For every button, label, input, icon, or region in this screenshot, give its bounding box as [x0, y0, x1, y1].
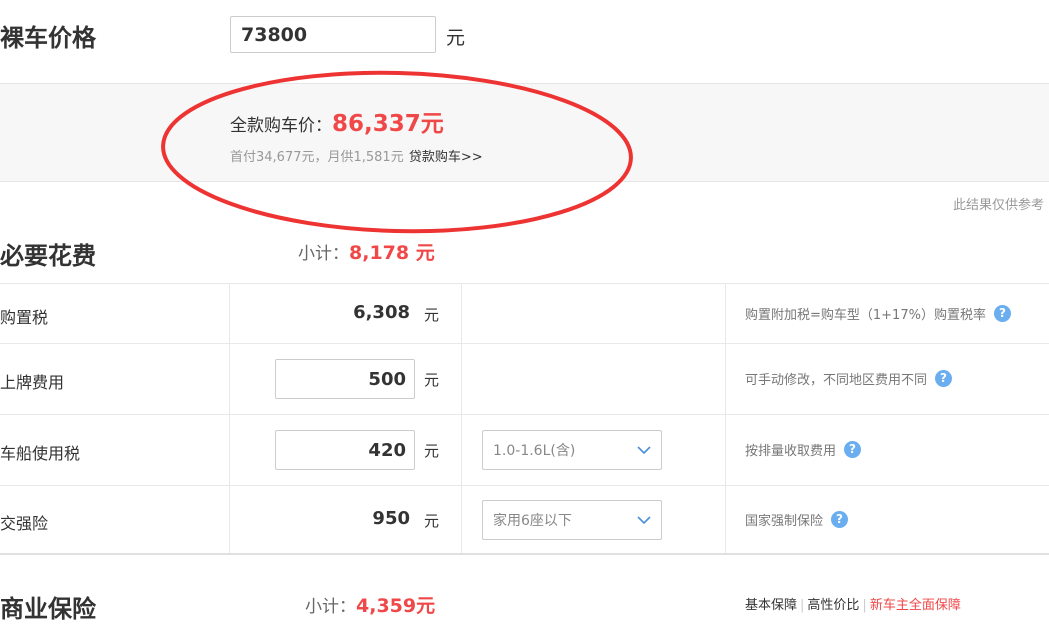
row-divider: [0, 343, 1049, 344]
plan-value[interactable]: 高性价比: [807, 598, 859, 613]
car-price-input[interactable]: [230, 16, 436, 53]
required-subtotal-value: 8,178 元: [349, 242, 435, 264]
vehicle-tax-label: 车船使用税: [0, 444, 81, 463]
purchase-tax-label: 购置税: [0, 308, 49, 327]
column-divider: [229, 283, 230, 553]
table-border-top: [0, 283, 1049, 284]
commercial-insurance-title: 商业保险: [0, 595, 96, 623]
seat-type-select-value: 家用6座以下: [493, 513, 572, 529]
purchase-tax-unit: 元: [424, 306, 440, 324]
total-price-label: 全款购车价：: [230, 116, 332, 136]
required-subtotal: 小计： 8,178 元: [298, 238, 435, 265]
commercial-subtotal-value: 4,359元: [356, 595, 436, 617]
commercial-subtotal-label: 小计：: [305, 597, 356, 617]
vehicle-tax-desc: 按排量收取费用 ?: [745, 440, 862, 459]
registration-fee-desc: 可手动修改，不同地区费用不同 ?: [745, 369, 953, 388]
total-price-value: 86,337元: [332, 111, 444, 137]
registration-fee-label: 上牌费用: [0, 373, 65, 392]
reference-note: 此结果仅供参考: [952, 198, 1044, 213]
compulsory-insurance-label: 交强险: [0, 514, 49, 533]
purchase-tax-value: 6,308: [353, 302, 410, 323]
vehicle-tax-unit: 元: [424, 442, 440, 460]
required-subtotal-label: 小计：: [298, 244, 349, 264]
chevron-down-icon: [637, 515, 651, 524]
purchase-tax-desc-text: 购置附加税=购车型（1+17%）购置税率: [745, 308, 986, 323]
question-circle-icon[interactable]: ?: [935, 370, 953, 387]
compulsory-insurance-desc-text: 国家强制保险: [745, 514, 824, 529]
total-price-panel: [0, 83, 1049, 182]
question-circle-icon[interactable]: ?: [831, 511, 849, 528]
column-divider: [461, 283, 462, 553]
row-divider: [0, 414, 1049, 415]
commercial-subtotal: 小计： 4,359元: [305, 591, 435, 618]
insurance-plan-tabs: 基本保障 | 高性价比 | 新车主全面保障: [745, 598, 961, 613]
plan-new-owner-full[interactable]: 新车主全面保障: [870, 598, 961, 613]
total-price-line: 全款购车价： 86,337元: [230, 104, 444, 138]
vehicle-tax-desc-text: 按排量收取费用: [745, 444, 837, 459]
compulsory-insurance-desc: 国家强制保险 ?: [745, 510, 849, 529]
vehicle-tax-input[interactable]: [275, 430, 415, 470]
loan-purchase-link[interactable]: 贷款购车>>: [409, 150, 483, 165]
car-price-unit: 元: [446, 27, 466, 49]
compulsory-insurance-unit: 元: [424, 512, 440, 530]
registration-fee-unit: 元: [424, 371, 440, 389]
column-divider: [725, 283, 726, 553]
registration-fee-desc-text: 可手动修改，不同地区费用不同: [745, 373, 928, 388]
car-price-title: 裸车价格: [0, 24, 96, 52]
displacement-select-value: 1.0-1.6L(含): [493, 443, 576, 459]
chevron-down-icon: [637, 445, 651, 454]
loan-summary: 首付34,677元，月供1,581元 贷款购车>>: [230, 146, 483, 165]
purchase-tax-desc: 购置附加税=购车型（1+17%）购置税率 ?: [745, 304, 1011, 323]
seat-type-select[interactable]: 家用6座以下: [482, 500, 662, 540]
loan-info: 首付34,677元，月供1,581元: [230, 150, 404, 165]
required-costs-title: 必要花费: [0, 242, 96, 270]
plan-basic[interactable]: 基本保障: [745, 598, 797, 613]
section-divider: [0, 553, 1049, 555]
question-circle-icon[interactable]: ?: [844, 441, 862, 458]
compulsory-insurance-value: 950: [372, 508, 410, 529]
displacement-select[interactable]: 1.0-1.6L(含): [482, 430, 662, 470]
question-circle-icon[interactable]: ?: [993, 305, 1011, 322]
registration-fee-input[interactable]: [275, 359, 415, 399]
row-divider: [0, 485, 1049, 486]
